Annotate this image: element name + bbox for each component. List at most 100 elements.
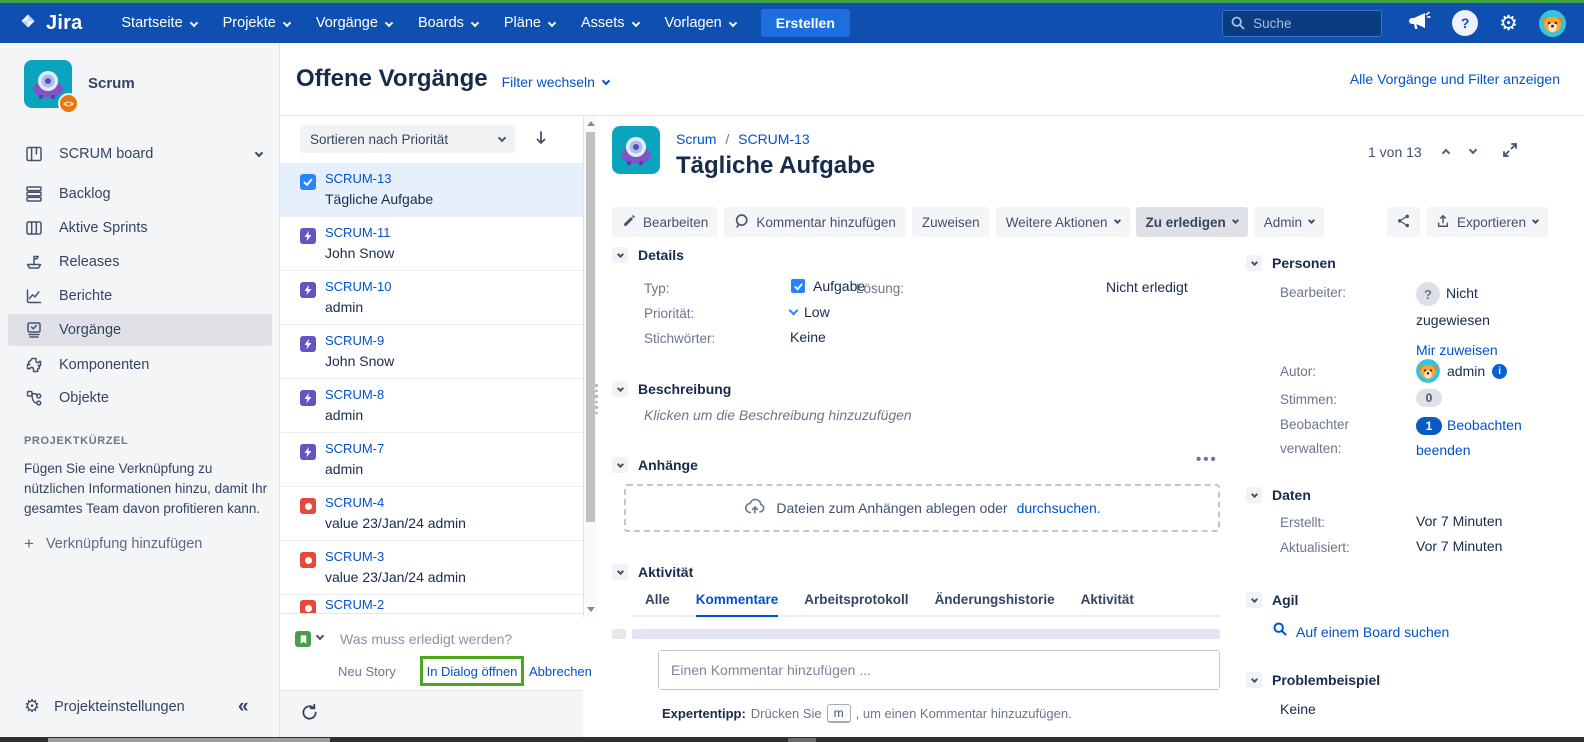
issue-row-scrum-8[interactable]: SCRUM-8 admin [280,379,583,433]
agile-section-header[interactable]: Agil [1246,592,1298,608]
sidebar-item-berichte[interactable]: Berichte [8,280,272,312]
create-issue-button[interactable]: Erstellen [761,9,850,37]
chevron-down-icon[interactable] [316,632,324,640]
description-placeholder[interactable]: Klicken um die Beschreibung hinzuzufügen [644,407,912,423]
tab-aktivitaet[interactable]: Aktivität [1081,592,1134,617]
watchers-count-badge[interactable]: 1 [1416,417,1442,435]
issue-row-scrum-13[interactable]: SCRUM-13 Tägliche Aufgabe [280,163,583,217]
edit-button[interactable]: Bearbeiten [612,207,718,237]
sidebar-item-komponenten[interactable]: Komponenten [8,349,272,381]
project-settings-button[interactable]: ⚙ Projekteinstellungen [24,698,185,716]
issue-row-scrum-11[interactable]: SCRUM-11 John Snow [280,217,583,271]
admin-button[interactable]: Admin [1254,207,1324,237]
nav-item-startseite[interactable]: Startseite [108,3,209,43]
pager-position: 1 von 13 [1368,144,1422,160]
collapse-sidebar-button[interactable]: « [238,696,249,718]
issue-key: SCRUM-9 [325,333,384,348]
issue-row-scrum-2[interactable]: SCRUM-2 [280,595,583,613]
switch-filter-dropdown[interactable]: Filter wechseln [502,74,609,90]
status-button[interactable]: Zu erledigen [1136,207,1248,237]
sort-dropdown[interactable]: Sortieren nach Priorität [300,125,515,153]
next-issue-icon[interactable] [1468,146,1476,154]
comment-input[interactable] [659,651,1219,689]
tab-arbeitsprotokoll[interactable]: Arbeitsprotokoll [804,592,908,617]
attachments-section-header[interactable]: Anhänge [612,457,698,473]
horizontal-scrollbar-thumb[interactable] [48,738,330,742]
breadcrumb-issue-link[interactable]: SCRUM-13 [738,131,810,147]
project-avatar[interactable]: <> [24,60,72,108]
add-shortcut-link[interactable]: + Verknüpfung hinzufügen [24,535,202,552]
chevron-down-icon [385,18,393,26]
description-section-header[interactable]: Beschreibung [612,381,731,397]
settings-gear-icon[interactable]: ⚙ [1499,13,1518,34]
search-input[interactable] [1222,10,1382,37]
story-type-picker-icon[interactable] [295,631,311,647]
sidebar-item-releases[interactable]: Releases [8,246,272,278]
issue-row-scrum-10[interactable]: SCRUM-10 admin [280,271,583,325]
sort-direction-button[interactable] [532,129,550,152]
scrollbar-thumb[interactable] [586,132,595,522]
add-comment-button[interactable]: Kommentar hinzufügen [724,207,906,237]
assign-button[interactable]: Zuweisen [912,207,990,237]
nav-item-projekte[interactable]: Projekte [210,3,303,43]
breadcrumb-project-link[interactable]: Scrum [676,131,716,147]
dates-section-header[interactable]: Daten [1246,487,1311,503]
tab-kommentare[interactable]: Kommentare [696,592,779,617]
issue-row-scrum-4[interactable]: SCRUM-4 value 23/Jan/24 admin [280,487,583,541]
horizontal-scrollbar[interactable] [0,737,1584,742]
chevron-down-icon [471,18,479,26]
issue-row-scrum-7[interactable]: SCRUM-7 admin [280,433,583,487]
activity-section-header[interactable]: Aktivität [612,564,693,580]
user-avatar[interactable] [1539,10,1566,37]
previous-issue-icon[interactable] [1441,149,1449,157]
votes-badge[interactable]: 0 [1416,389,1442,407]
find-on-board-link[interactable]: Auf einem Board suchen [1272,621,1449,642]
sidebar-item-objekte[interactable]: Objekte [8,382,272,414]
shortcuts-description: Fügen Sie eine Verknüpfung zu nützlichen… [24,459,268,519]
tab-alle[interactable]: Alle [645,592,670,617]
refresh-icon[interactable] [300,703,319,727]
updated-value: Vor 7 Minuten [1416,538,1502,554]
issue-example-section-header[interactable]: Problembeispiel [1246,672,1380,688]
tip-text-post: , um einen Kommentar hinzuzufügen. [856,706,1072,721]
open-in-dialog-link[interactable]: In Dialog öffnen [427,664,518,679]
people-section-header[interactable]: Personen [1246,255,1336,271]
jira-logo-text: Jira [46,12,82,35]
cancel-create-link[interactable]: Abbrechen [529,664,592,679]
tab-aenderungshistorie[interactable]: Änderungshistorie [935,592,1055,617]
fullscreen-expand-icon[interactable] [1501,141,1519,162]
issue-pager: 1 von 13 [1368,141,1519,162]
sidebar-item-vorgaenge[interactable]: Vorgänge [8,314,272,346]
sidebar-item-backlog[interactable]: Backlog [8,178,272,210]
activity-stream-strip [632,629,1220,639]
list-scrollbar[interactable] [583,116,597,617]
share-button[interactable] [1387,207,1420,237]
create-issue-input[interactable] [340,626,572,652]
nav-item-vorgaenge[interactable]: Vorgänge [303,3,405,43]
nav-item-vorlagen[interactable]: Vorlagen [652,3,749,43]
more-actions-button[interactable]: Weitere Aktionen [996,207,1130,237]
scroll-down-arrow[interactable] [587,607,595,612]
announcement-icon[interactable] [1407,9,1431,38]
attachment-dropzone[interactable]: Dateien zum Anhängen ablegen oder durchs… [624,484,1220,532]
breadcrumb: Scrum / SCRUM-13 [676,131,810,147]
info-icon[interactable]: i [1492,364,1507,379]
nav-item-assets[interactable]: Assets [568,3,652,43]
sidebar-item-scrum-board[interactable]: SCRUM board [8,138,272,170]
jira-logo[interactable]: Jira [18,11,82,36]
attachments-more-icon[interactable]: ••• [1196,451,1218,468]
nav-item-plaene[interactable]: Pläne [491,3,568,43]
browse-files-link[interactable]: durchsuchen. [1017,500,1101,516]
details-section-header[interactable]: Details [612,247,684,263]
activity-gutter [612,629,626,639]
scroll-up-arrow[interactable] [587,121,595,126]
reporter-label: Autor: [1280,364,1316,379]
panel-resize-handle[interactable] [595,384,598,414]
view-all-filters-link[interactable]: Alle Vorgänge und Filter anzeigen [1350,71,1560,87]
issue-row-scrum-9[interactable]: SCRUM-9 John Snow [280,325,583,379]
help-icon[interactable]: ? [1452,10,1478,36]
export-button[interactable]: Exportieren [1426,207,1548,237]
nav-item-boards[interactable]: Boards [405,3,491,43]
sidebar-item-aktive-sprints[interactable]: Aktive Sprints [8,212,272,244]
issue-row-scrum-3[interactable]: SCRUM-3 value 23/Jan/24 admin [280,541,583,595]
